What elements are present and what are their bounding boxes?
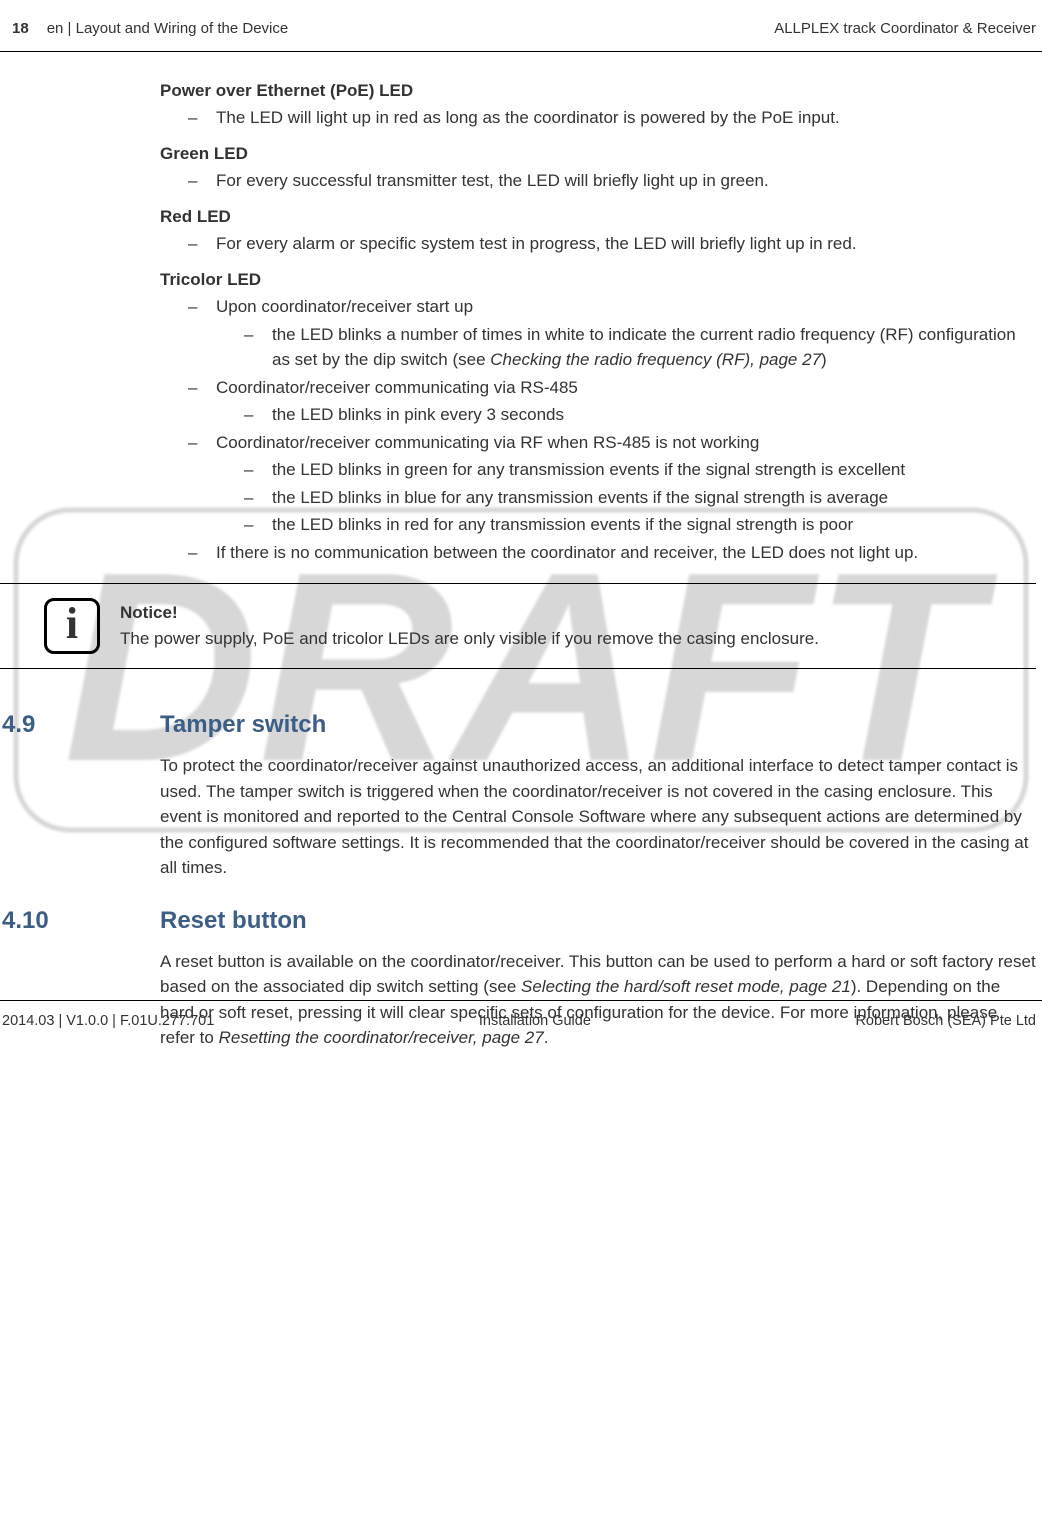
notice-body: The power supply, PoE and tricolor LEDs … bbox=[120, 626, 1030, 652]
page-number: 18 bbox=[12, 18, 29, 41]
info-icon-glyph: i bbox=[66, 602, 78, 646]
poe-led-heading: Power over Ethernet (PoE) LED bbox=[160, 78, 1036, 104]
list-item: the LED blinks in red for any transmissi… bbox=[216, 512, 1036, 538]
section-number: 4.10 bbox=[0, 903, 160, 939]
notice-title: Notice! bbox=[120, 600, 1030, 626]
breadcrumb: en | Layout and Wiring of the Device bbox=[47, 18, 289, 41]
section-number: 4.9 bbox=[0, 707, 160, 743]
info-icon: i bbox=[44, 598, 100, 654]
list-item-label: Coordinator/receiver communicating via R… bbox=[216, 378, 578, 397]
footer-left: 2014.03 | V1.0.0 | F.01U.277.701 bbox=[2, 1011, 214, 1033]
page-footer: 2014.03 | V1.0.0 | F.01U.277.701 Install… bbox=[0, 1000, 1042, 1033]
section-title: Tamper switch bbox=[160, 707, 326, 743]
tricolor-led-heading: Tricolor LED bbox=[160, 267, 1036, 293]
product-name: ALLPLEX track Coordinator & Receiver bbox=[774, 18, 1036, 41]
green-led-heading: Green LED bbox=[160, 141, 1036, 167]
list-item: For every successful transmitter test, t… bbox=[160, 168, 1036, 194]
list-item: Coordinator/receiver communicating via R… bbox=[160, 375, 1036, 428]
list-item: Upon coordinator/receiver start up the L… bbox=[160, 294, 1036, 373]
list-item: the LED blinks in green for any transmis… bbox=[216, 457, 1036, 483]
list-item-label: Upon coordinator/receiver start up bbox=[216, 297, 473, 316]
list-item: For every alarm or specific system test … bbox=[160, 231, 1036, 257]
section-4-10: 4.10 Reset button bbox=[0, 903, 1036, 939]
list-item: the LED blinks in pink every 3 seconds bbox=[216, 402, 1036, 428]
list-item: If there is no communication between the… bbox=[160, 540, 1036, 566]
section-4-9-body: To protect the coordinator/receiver agai… bbox=[0, 753, 1036, 881]
footer-center: Installation Guide bbox=[479, 1011, 591, 1033]
section-title: Reset button bbox=[160, 903, 307, 939]
section-4-9: 4.9 Tamper switch bbox=[0, 707, 1036, 743]
notice-callout: i Notice! The power supply, PoE and tric… bbox=[0, 583, 1036, 669]
list-item: The LED will light up in red as long as … bbox=[160, 105, 1036, 131]
cross-reference: Selecting the hard/soft reset mode, page… bbox=[521, 977, 851, 996]
text-fragment: ) bbox=[821, 350, 827, 369]
list-item: the LED blinks a number of times in whit… bbox=[216, 322, 1036, 373]
cross-reference: Checking the radio frequency (RF), page … bbox=[490, 350, 821, 369]
red-led-heading: Red LED bbox=[160, 204, 1036, 230]
list-item-label: Coordinator/receiver communicating via R… bbox=[216, 433, 759, 452]
list-item: Coordinator/receiver communicating via R… bbox=[160, 430, 1036, 538]
list-item: the LED blinks in blue for any transmiss… bbox=[216, 485, 1036, 511]
led-descriptions: Power over Ethernet (PoE) LED The LED wi… bbox=[0, 78, 1036, 566]
page-header: 18 en | Layout and Wiring of the Device … bbox=[0, 0, 1042, 52]
footer-right: Robert Bosch (SEA) Pte Ltd bbox=[855, 1011, 1036, 1033]
